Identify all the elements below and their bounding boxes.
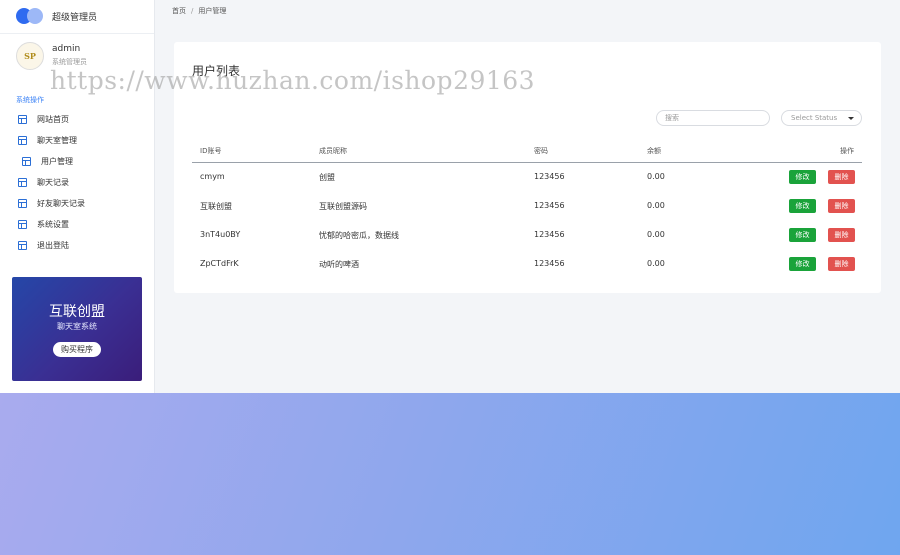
cell-id: 互联创盟: [200, 202, 232, 211]
table-header: ID账号 成员昵称 密码 余额 操作: [192, 141, 862, 163]
status-select[interactable]: Select Status: [781, 110, 862, 126]
status-select-value: Select Status: [791, 114, 838, 122]
table-row: 3nT4u0BY 忧郁的哈密瓜，数据线 123456 0.00 修改 删除: [192, 221, 862, 250]
cell-nickname: 动听的啤酒: [319, 260, 359, 269]
avatar[interactable]: SP: [16, 42, 44, 70]
layout-icon: [18, 135, 27, 145]
cell-balance: 0.00: [647, 201, 665, 210]
promo-card: 互联创盟 聊天室系统 购买程序: [12, 277, 142, 381]
logo-icon: [16, 8, 44, 24]
cell-id: 3nT4u0BY: [200, 230, 241, 239]
sidebar-item-friend-chat[interactable]: 好友聊天记录: [18, 196, 85, 210]
layout-icon: [18, 177, 27, 187]
sidebar-item-label: 退出登陆: [37, 240, 69, 250]
page-title: 用户列表: [192, 64, 241, 78]
user-role: 系统管理员: [52, 58, 87, 66]
delete-button[interactable]: 删除: [828, 257, 855, 271]
sidebar-item-label: 好友聊天记录: [37, 198, 85, 208]
delete-button[interactable]: 删除: [828, 228, 855, 242]
sidebar-item-chatroom[interactable]: 聊天室管理: [18, 133, 77, 147]
column-header: 成员昵称: [319, 147, 347, 155]
sidebar-item-home[interactable]: 网站首页: [18, 112, 69, 126]
delete-button[interactable]: 删除: [828, 199, 855, 213]
sidebar-item-label: 系统设置: [37, 219, 69, 229]
layout-icon: [18, 240, 27, 250]
cell-balance: 0.00: [647, 259, 665, 268]
caret-down-icon: [848, 117, 854, 120]
column-header: ID账号: [200, 147, 222, 155]
edit-button[interactable]: 修改: [789, 170, 816, 184]
cell-balance: 0.00: [647, 230, 665, 239]
table-row: cmym 创盟 123456 0.00 修改 删除: [192, 163, 862, 192]
promo-subtitle: 聊天室系统: [57, 322, 97, 331]
cell-nickname: 创盟: [319, 173, 335, 182]
cell-password: 123456: [534, 230, 565, 239]
sidebar-item-label: 聊天室管理: [37, 135, 77, 145]
cell-id: cmym: [200, 172, 225, 181]
sidebar-item-logout[interactable]: 退出登陆: [18, 238, 69, 252]
layout-icon: [22, 156, 31, 166]
cell-balance: 0.00: [647, 172, 665, 181]
column-header: 余额: [647, 147, 661, 155]
cell-password: 123456: [534, 201, 565, 210]
layout-icon: [18, 219, 27, 229]
sidebar-item-label: 网站首页: [37, 114, 69, 124]
edit-button[interactable]: 修改: [789, 228, 816, 242]
edit-button[interactable]: 修改: [789, 199, 816, 213]
cell-id: ZpCTdFrK: [200, 259, 239, 268]
delete-button[interactable]: 删除: [828, 170, 855, 184]
edit-button[interactable]: 修改: [789, 257, 816, 271]
brand-bar: 超级管理员: [0, 0, 154, 34]
layout-icon: [18, 114, 27, 124]
promo-title: 互联创盟: [49, 304, 105, 320]
cell-nickname: 忧郁的哈密瓜，数据线: [319, 231, 399, 240]
cell-password: 123456: [534, 172, 565, 181]
sidebar-item-label: 聊天记录: [37, 177, 69, 187]
cell-password: 123456: [534, 259, 565, 268]
sidebar-item-chat-records[interactable]: 聊天记录: [18, 175, 69, 189]
desktop-background: [0, 393, 900, 555]
sidebar-section-label: 系统操作: [16, 96, 44, 104]
search-input[interactable]: 搜索: [656, 110, 770, 126]
layout-icon: [18, 198, 27, 208]
table-row: ZpCTdFrK 动听的啤酒 123456 0.00 修改 删除: [192, 250, 862, 279]
brand-title: 超级管理员: [52, 13, 98, 23]
user-name: admin: [52, 44, 81, 54]
user-list-card: 用户列表 搜索 Select Status ID账号 成员昵称 密码 余额 操作…: [174, 42, 881, 293]
column-header: 操作: [840, 147, 854, 155]
breadcrumb-home[interactable]: 首页: [172, 7, 186, 15]
sidebar: 超级管理员 SP admin 系统管理员 系统操作 网站首页 聊天室管理 用户管…: [0, 0, 155, 393]
breadcrumb-current: 用户管理: [198, 7, 227, 15]
buy-button[interactable]: 购买程序: [53, 342, 101, 357]
sidebar-item-settings[interactable]: 系统设置: [18, 217, 69, 231]
cell-nickname: 互联创盟源码: [319, 202, 367, 211]
sidebar-item-label: 用户管理: [41, 156, 73, 166]
sidebar-item-users[interactable]: 用户管理: [22, 154, 73, 168]
column-header: 密码: [534, 147, 548, 155]
app-window: 超级管理员 SP admin 系统管理员 系统操作 网站首页 聊天室管理 用户管…: [0, 0, 900, 393]
table-row: 互联创盟 互联创盟源码 123456 0.00 修改 删除: [192, 192, 862, 221]
breadcrumb: 首页 / 用户管理: [172, 7, 227, 15]
